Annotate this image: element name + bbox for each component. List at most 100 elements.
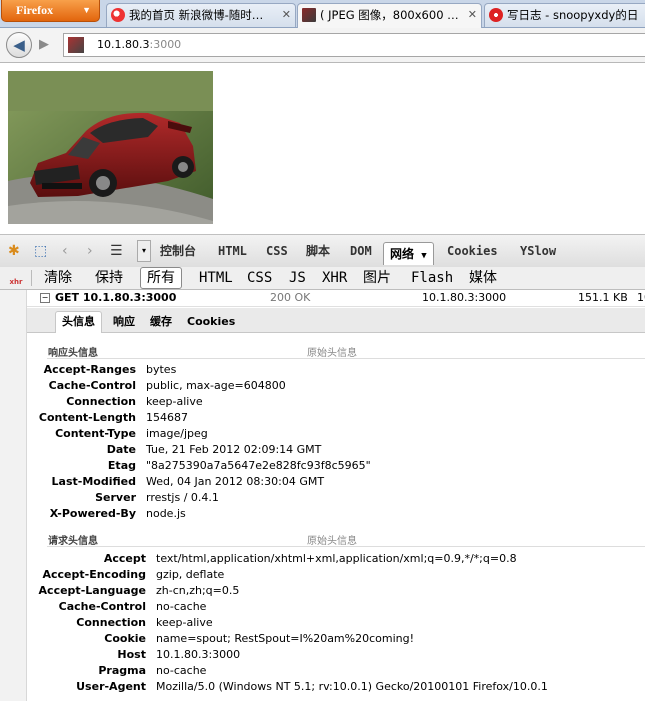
site-identity-icon[interactable] xyxy=(68,37,84,53)
tab-cookies[interactable]: Cookies xyxy=(181,312,241,332)
header-name: Accept xyxy=(103,552,146,565)
header-row: Content-Length 154687 xyxy=(0,410,645,426)
forward-arrow-icon: ▶ xyxy=(39,37,49,52)
filter-images-button[interactable]: 图片 xyxy=(363,268,391,288)
request-raw-headers-link[interactable]: 原始头信息 xyxy=(307,532,357,547)
header-value: gzip, deflate xyxy=(156,568,225,581)
back-arrow-icon: ◀ xyxy=(13,36,25,54)
header-value: no-cache xyxy=(156,600,207,613)
filter-all-button[interactable]: 所有 xyxy=(140,267,182,289)
request-url: GET 10.1.80.3:3000 xyxy=(55,291,177,304)
blog-favicon-icon xyxy=(489,8,503,22)
header-row: Content-Type image/jpeg xyxy=(0,426,645,442)
url-bar[interactable]: 10.1.80.3:3000 xyxy=(63,33,645,57)
header-row: Accept text/html,application/xhtml+xml,ap… xyxy=(0,551,645,567)
header-value: zh-cn,zh;q=0.5 xyxy=(156,584,240,597)
filter-html-button[interactable]: HTML xyxy=(199,268,233,288)
tab-headers[interactable]: 头信息 xyxy=(55,311,102,333)
url-host: 10.1.80.3 xyxy=(97,38,150,51)
filter-flash-button[interactable]: Flash xyxy=(411,268,453,288)
header-name: Host xyxy=(117,648,146,661)
filter-css-button[interactable]: CSS xyxy=(247,268,272,288)
table-row[interactable]: − GET 10.1.80.3:3000 200 OK 10.1.80.3:30… xyxy=(27,290,645,307)
xhr-icon: xhr xyxy=(9,271,23,286)
filter-media-button[interactable]: 媒体 xyxy=(469,268,497,288)
request-size: 151.1 KB xyxy=(578,291,628,304)
header-value: Tue, 21 Feb 2012 02:09:14 GMT xyxy=(146,443,322,456)
fbtab-dom[interactable]: DOM xyxy=(350,240,372,262)
header-value: "8a275390a7a5647e2e828fc93f8c5965" xyxy=(146,459,371,472)
header-row: X-Powered-By node.js xyxy=(0,506,645,522)
browser-tab-blog[interactable]: 写日志 - snoopyxdy的日… xyxy=(484,3,645,27)
fbtab-css[interactable]: CSS xyxy=(266,240,288,262)
image-favicon-icon xyxy=(302,8,316,22)
navigation-bar: ◀ ▶ 10.1.80.3:3000 xyxy=(0,28,645,63)
filter-js-button[interactable]: JS xyxy=(289,268,306,288)
divider xyxy=(31,270,32,286)
back-button[interactable]: ◀ xyxy=(6,32,32,58)
panel-dropdown-button[interactable]: ▾ xyxy=(137,240,151,262)
header-value: 10.1.80.3:3000 xyxy=(156,648,241,661)
header-name: Accept-Ranges xyxy=(43,363,136,376)
request-timeline: 10 xyxy=(637,291,645,304)
browser-tab-weibo[interactable]: 我的首页 新浪微博-随时… ✕ xyxy=(106,3,296,27)
back-arrow-icon[interactable]: ‹ xyxy=(62,243,68,259)
firefox-menu-button[interactable]: Firefox ▼ xyxy=(1,0,100,22)
header-name: X-Powered-By xyxy=(49,507,136,520)
net-filter-bar: xhr 清除 保持 所有 HTML CSS JS XHR 图片 Flash 媒体 xyxy=(0,267,645,290)
collapse-toggle-icon[interactable]: − xyxy=(40,293,50,303)
list-menu-icon[interactable]: ☰ xyxy=(110,243,123,259)
header-row: Cookie name=spout; RestSpout=I%20am%20com… xyxy=(0,631,645,647)
header-name: Server xyxy=(95,491,136,504)
browser-tab-bar: Firefox ▼ 我的首页 新浪微博-随时… ✕ ( JPEG 图像，800x… xyxy=(0,0,645,28)
header-value: keep-alive xyxy=(146,395,203,408)
header-value: node.js xyxy=(146,507,186,520)
header-name: Cookie xyxy=(104,632,146,645)
chevron-down-icon: ▼ xyxy=(421,251,427,261)
close-tab-icon[interactable]: ✕ xyxy=(282,4,291,26)
header-row: Accept-Language zh-cn,zh;q=0.5 xyxy=(0,583,645,599)
header-name: Accept-Encoding xyxy=(42,568,147,581)
header-value: image/jpeg xyxy=(146,427,208,440)
header-value: Mozilla/5.0 (Windows NT 5.1; rv:10.0.1) … xyxy=(156,680,548,693)
fbtab-yslow[interactable]: YSlow xyxy=(520,240,556,262)
persist-button[interactable]: 保持 xyxy=(95,268,123,288)
header-name: Content-Length xyxy=(38,411,136,424)
tab-cache[interactable]: 缓存 xyxy=(144,312,178,332)
request-detail-tabs: 头信息 响应 缓存 Cookies xyxy=(27,308,645,333)
response-headers-title: 响应头信息 xyxy=(48,348,98,359)
header-row: Last-Modified Wed, 04 Jan 2012 08:30:04 G… xyxy=(0,474,645,490)
fbtab-network[interactable]: 网络 ▼ xyxy=(383,242,434,265)
response-raw-headers-link[interactable]: 原始头信息 xyxy=(307,344,357,359)
fbtab-html[interactable]: HTML xyxy=(218,240,247,262)
header-value: bytes xyxy=(146,363,177,376)
fbtab-script[interactable]: 脚本 xyxy=(306,240,330,262)
firebug-toolbar: ✱ ⬚ ‹ › ☰ ▾ 控制台 HTML CSS 脚本 DOM 网络 ▼ Coo… xyxy=(0,234,645,268)
request-headers-title: 请求头信息 xyxy=(48,536,98,547)
fbtab-console[interactable]: 控制台 xyxy=(160,240,196,262)
fbtab-cookies[interactable]: Cookies xyxy=(447,240,498,262)
header-row: Connection keep-alive xyxy=(0,615,645,631)
filter-xhr-button[interactable]: XHR xyxy=(322,268,347,288)
close-tab-icon[interactable]: ✕ xyxy=(468,4,477,26)
net-panel: − GET 10.1.80.3:3000 200 OK 10.1.80.3:30… xyxy=(0,290,645,701)
chevron-down-icon: ▼ xyxy=(82,5,91,15)
header-value: Wed, 04 Jan 2012 08:30:04 GMT xyxy=(146,475,325,488)
header-row: Accept-Encoding gzip, deflate xyxy=(0,567,645,583)
url-text: 10.1.80.3:3000 xyxy=(97,38,181,51)
forward-arrow-icon[interactable]: › xyxy=(87,243,93,259)
header-name: Date xyxy=(106,443,136,456)
tab-label: ( JPEG 图像，800x600 … xyxy=(320,8,459,22)
header-row: Etag "8a275390a7a5647e2e828fc93f8c5965" xyxy=(0,458,645,474)
firebug-bug-icon[interactable]: ✱ xyxy=(8,243,20,259)
forward-button[interactable]: ▶ xyxy=(34,37,54,54)
header-row: Server rrestjs / 0.4.1 xyxy=(0,490,645,506)
divider xyxy=(47,546,645,547)
inspect-element-icon[interactable]: ⬚ xyxy=(34,243,47,259)
clear-button[interactable]: 清除 xyxy=(44,268,72,288)
tab-response[interactable]: 响应 xyxy=(107,312,141,332)
browser-tab-jpeg[interactable]: ( JPEG 图像，800x600 … ✕ xyxy=(297,3,482,28)
header-name: Etag xyxy=(107,459,136,472)
request-domain: 10.1.80.3:3000 xyxy=(422,291,507,304)
header-name: Cache-Control xyxy=(58,600,146,613)
